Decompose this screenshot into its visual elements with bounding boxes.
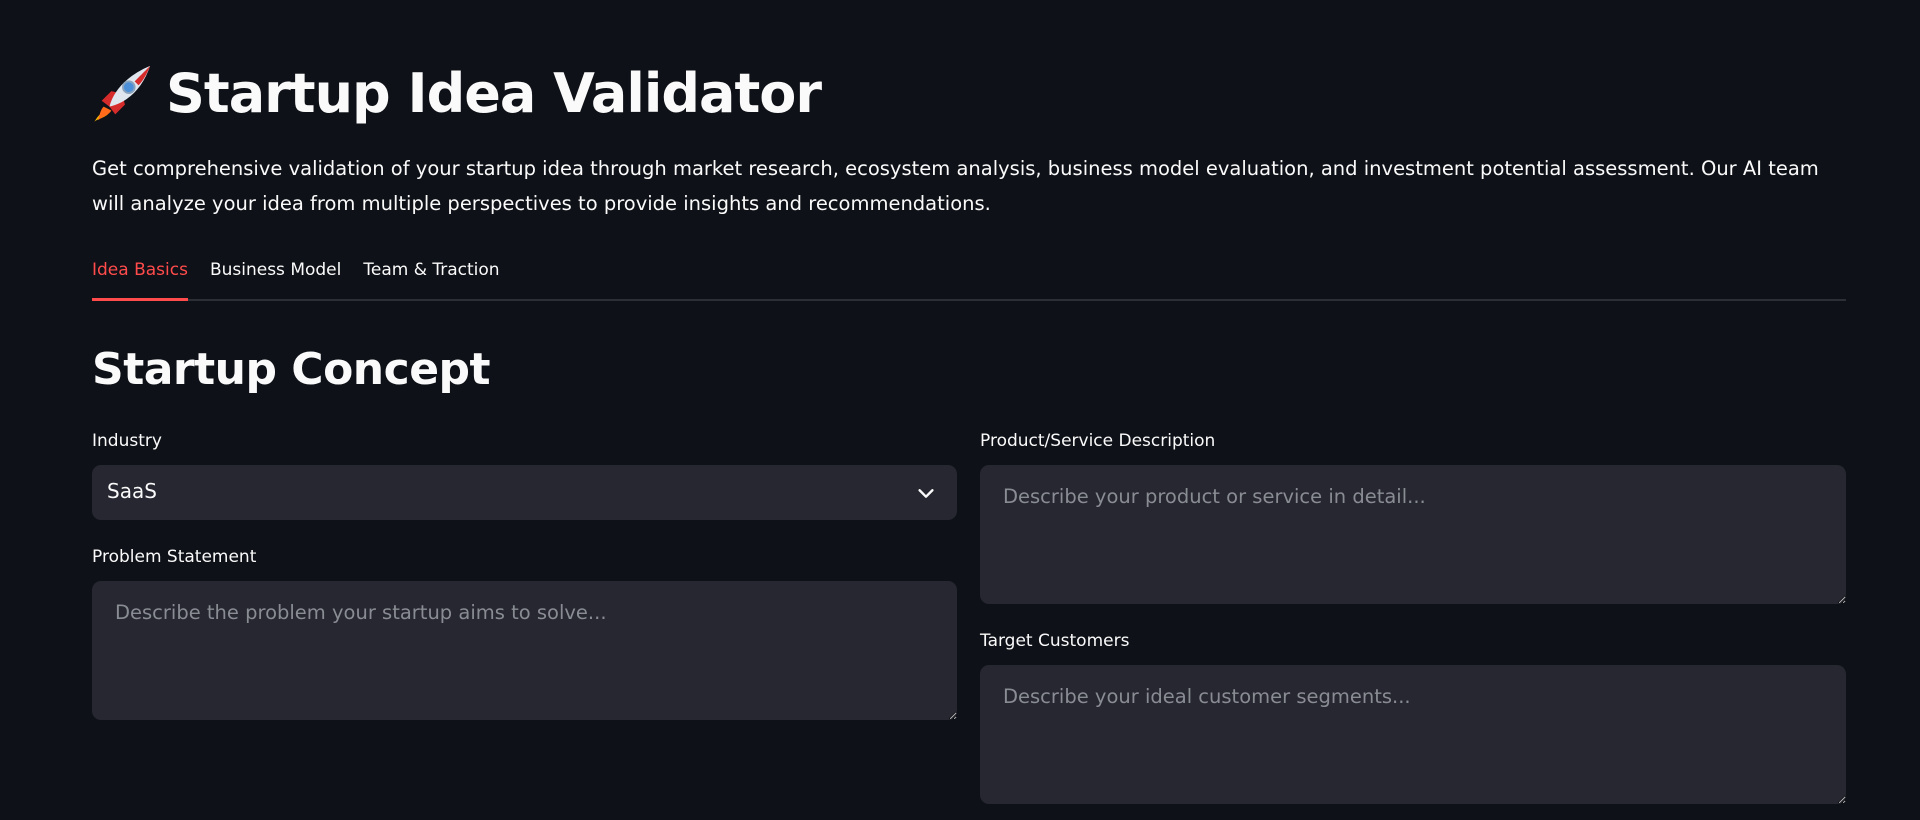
product-description-textarea[interactable] — [980, 465, 1846, 604]
industry-label: Industry — [92, 431, 162, 451]
tab-idea-basics[interactable]: Idea Basics — [92, 255, 188, 301]
problem-statement-textarea[interactable] — [92, 581, 957, 720]
tab-team-traction[interactable]: Team & Traction — [363, 255, 499, 299]
problem-statement-label: Problem Statement — [92, 547, 257, 567]
app-title: Startup Idea Validator — [166, 61, 822, 125]
industry-select[interactable]: SaaS — [92, 465, 957, 520]
tab-business-model[interactable]: Business Model — [210, 255, 341, 299]
chevron-down-icon — [918, 489, 934, 498]
target-customers-label: Target Customers — [980, 631, 1130, 651]
section-title: Startup Concept — [92, 344, 491, 395]
main-content: Startup Idea Validator Get comprehensive… — [92, 0, 1846, 820]
industry-select-value: SaaS — [107, 479, 157, 503]
tab-bar: Idea Basics Business Model Team & Tracti… — [92, 255, 1846, 301]
product-description-label: Product/Service Description — [980, 431, 1216, 451]
app-description: Get comprehensive validation of your sta… — [92, 157, 1819, 215]
rocket-icon — [93, 65, 151, 123]
page-header: Startup Idea Validator — [92, 56, 822, 130]
target-customers-textarea[interactable] — [980, 665, 1846, 804]
